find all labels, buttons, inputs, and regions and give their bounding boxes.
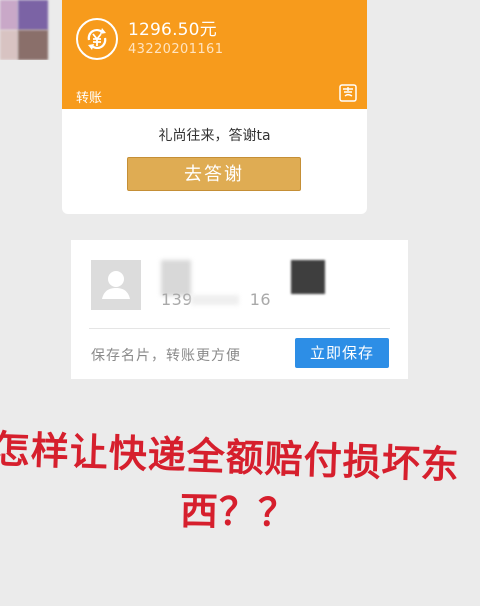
avatar <box>0 0 56 60</box>
question-line-2: 西？？ <box>179 489 298 536</box>
blurred-avatar <box>291 260 325 294</box>
alipay-icon <box>339 84 357 102</box>
phone-mask <box>191 295 239 305</box>
transfer-card[interactable]: 1296.50元 43220201161 转账 礼尚往来，答谢ta 去答谢 <box>62 0 367 214</box>
transfer-icon <box>76 18 118 60</box>
avatar-blur-2 <box>18 0 48 30</box>
phone-suffix: 16 <box>249 290 271 309</box>
thanks-prompt: 礼尚往来，答谢ta <box>158 128 271 144</box>
transfer-account: 43220201161 <box>128 42 224 57</box>
user-avatar-icon <box>91 260 141 310</box>
save-hint: 保存名片，转账更方便 <box>91 348 241 364</box>
yuan-transfer-icon <box>87 28 107 50</box>
phone-prefix: 139 <box>161 290 193 309</box>
divider <box>89 328 390 329</box>
question-line-1: 怎样让快递全额赔付损坏东 <box>0 427 461 488</box>
transfer-label: 转账 <box>76 91 103 106</box>
default-user-icon <box>91 260 141 310</box>
avatar-blur-1 <box>0 0 18 30</box>
contact-card: 139 16 保存名片，转账更方便 立即保存 <box>71 240 408 379</box>
save-button[interactable]: 立即保存 <box>295 338 389 368</box>
transfer-amount: 1296.50元 <box>128 20 217 40</box>
thanks-button[interactable]: 去答谢 <box>127 157 301 191</box>
avatar-blur-4 <box>18 30 48 60</box>
avatar-blur-3 <box>0 30 18 60</box>
